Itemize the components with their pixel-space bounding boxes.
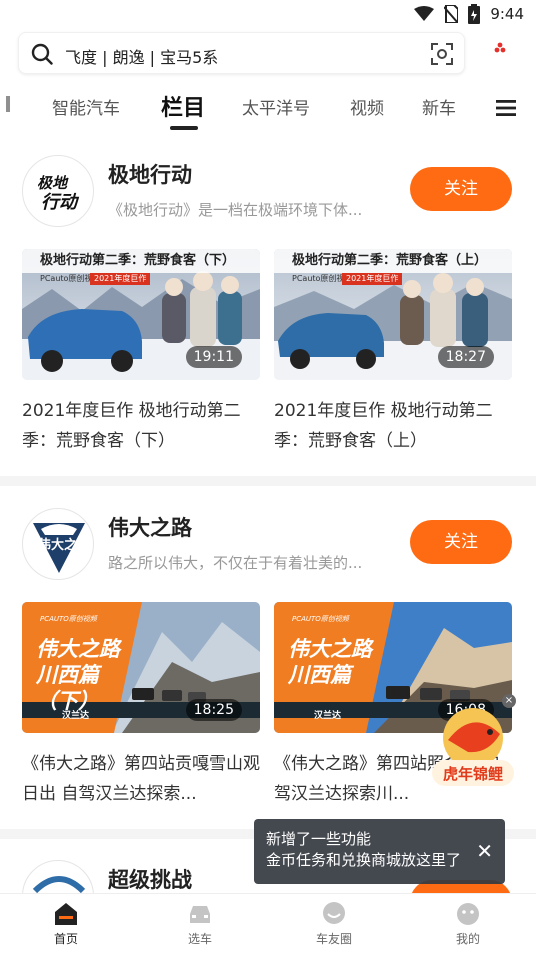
chat-icon xyxy=(323,902,345,924)
channel-description: 路之所以伟大，不仅在于有着壮美的... xyxy=(108,554,363,572)
koi-fish-icon: 虎年锦鲤 xyxy=(432,708,514,786)
video-sponsor-logo: 汉兰达 xyxy=(62,711,90,721)
search-row: 飞度 | 朗逸 | 宝马5系 xyxy=(0,28,536,80)
app-screen: 9:44 飞度 | 朗逸 | 宝马5系 智能汽车 栏目 太平洋号 视频 新车 极… xyxy=(0,0,536,953)
svg-text:极地: 极地 xyxy=(37,174,69,192)
status-bar: 9:44 xyxy=(0,0,536,28)
toast-message: 金币任务和兑换商城放这里了 xyxy=(266,851,462,869)
category-tabs: 智能汽车 栏目 太平洋号 视频 新车 xyxy=(0,82,536,132)
video-card[interactable]: PCAUTO原创视频 伟大之路川西篇（下） 汉兰达 18:25 《伟大之路》第四… xyxy=(22,602,260,809)
video-card[interactable]: 极地行动第二季：荒野食客（上） PCauto原创视频 2021年度巨作 18:2… xyxy=(274,249,512,456)
video-sponsor-logo: 汉兰达 xyxy=(314,711,342,721)
search-bar[interactable]: 飞度 | 朗逸 | 宝马5系 xyxy=(18,32,465,74)
nav-community-label: 车友圈 xyxy=(315,932,352,946)
no-sim-icon xyxy=(444,5,459,23)
channel-name[interactable]: 超级挑战 xyxy=(108,864,192,893)
avatar-text: 伟大之路 xyxy=(38,537,91,553)
active-tab-indicator xyxy=(170,126,198,130)
car-icon xyxy=(190,906,210,923)
channel-avatar[interactable] xyxy=(22,860,94,893)
video-banner: 极地行动第二季：荒野食客（上） xyxy=(274,249,512,273)
video-title[interactable]: 2021年度巨作 极地行动第二季：荒野食客（上） xyxy=(274,396,512,456)
profile-icon xyxy=(457,903,479,925)
bottom-navigation: 首页 选车 车友圈 我的 xyxy=(0,893,536,953)
promo-badge-text: 虎年锦鲤 xyxy=(443,765,503,783)
close-icon[interactable]: ✕ xyxy=(476,841,493,861)
video-title[interactable]: 《伟大之路》第四站贡嘎雪山观日出 自驾汉兰达探索... xyxy=(22,749,260,809)
toast-title: 新增了一些功能 xyxy=(266,830,372,848)
channel-name[interactable]: 伟大之路 xyxy=(108,512,192,542)
tab-pacific[interactable]: 太平洋号 xyxy=(242,94,310,119)
message-icon[interactable] xyxy=(494,42,506,54)
follow-button[interactable]: 关注 xyxy=(410,167,512,211)
menu-icon[interactable] xyxy=(496,100,516,116)
video-duration: 18:25 xyxy=(185,699,242,721)
tab-new-car[interactable]: 新车 xyxy=(422,94,456,119)
promo-badge[interactable]: 虎年锦鲤 xyxy=(428,700,518,796)
nav-choose-car-label: 选车 xyxy=(187,932,212,946)
search-input[interactable]: 飞度 | 朗逸 | 宝马5系 xyxy=(65,44,218,68)
feature-toast: 新增了一些功能 金币任务和兑换商城放这里了 ✕ xyxy=(254,819,505,884)
video-banner: 极地行动第二季：荒野食客（下） xyxy=(22,249,260,273)
tab-overflow-indicator xyxy=(6,96,10,112)
section-divider xyxy=(0,476,536,486)
polar-action-logo: 极地 行动 xyxy=(37,174,80,213)
super-challenge-logo xyxy=(32,876,86,893)
nav-profile-label: 我的 xyxy=(455,932,480,946)
svg-text:行动: 行动 xyxy=(41,192,80,213)
nav-home[interactable]: 首页 xyxy=(26,902,106,947)
search-icon xyxy=(31,43,53,65)
video-thumbnail[interactable]: 极地行动第二季：荒野食客（上） PCauto原创视频 2021年度巨作 18:2… xyxy=(274,249,512,380)
channel-header: 伟大之路 伟大之路 路之所以伟大，不仅在于有着壮美的... 关注 xyxy=(0,508,536,588)
channel-name[interactable]: 极地行动 xyxy=(108,159,192,189)
nav-community[interactable]: 车友圈 xyxy=(294,902,374,947)
tab-video[interactable]: 视频 xyxy=(350,94,384,119)
follow-button[interactable]: 关注 xyxy=(410,520,512,564)
video-overlay-title: 伟大之路川西篇 xyxy=(288,637,372,687)
video-duration: 19:11 xyxy=(185,346,242,368)
nav-home-label: 首页 xyxy=(53,932,78,946)
video-tag: 2021年度巨作 xyxy=(90,273,151,285)
channel-avatar[interactable]: 极地 行动 xyxy=(22,155,94,227)
video-thumbnail[interactable]: PCAUTO原创视频 伟大之路川西篇（下） 汉兰达 18:25 xyxy=(22,602,260,733)
video-card[interactable]: 极地行动第二季：荒野食客（下） PCauto原创视频 2021年度巨作 19:1… xyxy=(22,249,260,456)
video-title[interactable]: 2021年度巨作 极地行动第二季：荒野食客（下） xyxy=(22,396,260,456)
status-time: 9:44 xyxy=(490,5,524,23)
channel-description: 《极地行动》是一档在极端环境下体... xyxy=(108,201,363,219)
video-overlay-title: 伟大之路川西篇（下） xyxy=(36,637,120,713)
nav-profile[interactable]: 我的 xyxy=(428,902,508,947)
great-road-logo: 伟大之路 xyxy=(33,523,91,573)
video-thumbnail[interactable]: 极地行动第二季：荒野食客（下） PCauto原创视频 2021年度巨作 19:1… xyxy=(22,249,260,380)
channel-header: 极地 行动 极地行动 《极地行动》是一档在极端环境下体... 关注 xyxy=(0,155,536,235)
nav-choose-car[interactable]: 选车 xyxy=(160,902,240,947)
video-overlay-label: PCAUTO原创视频 xyxy=(292,615,349,623)
video-duration: 18:27 xyxy=(437,346,494,368)
status-icons: 9:44 xyxy=(414,4,524,24)
promo-close-icon[interactable]: × xyxy=(502,694,516,708)
tab-smart-car[interactable]: 智能汽车 xyxy=(52,94,120,119)
tab-columns[interactable]: 栏目 xyxy=(161,90,205,122)
video-overlay-label: PCAUTO原创视频 xyxy=(40,615,97,623)
home-icon xyxy=(55,903,77,925)
scan-icon[interactable] xyxy=(431,43,453,65)
battery-icon xyxy=(468,4,481,24)
wifi-icon xyxy=(414,6,435,21)
channel-avatar[interactable]: 伟大之路 xyxy=(22,508,94,580)
video-tag: 2021年度巨作 xyxy=(342,273,403,285)
